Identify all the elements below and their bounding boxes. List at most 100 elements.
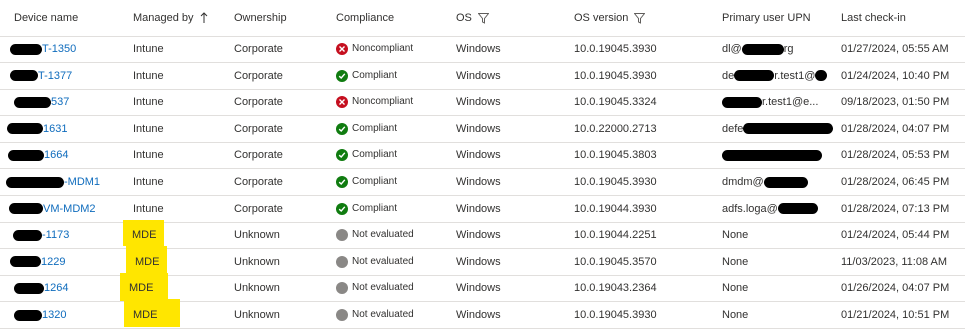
col-ownership[interactable]: Ownership [234,0,287,36]
last-check-in-cell: 01/28/2024, 06:45 PM [841,176,950,188]
arrow-up-icon [200,12,208,24]
not-evaluated-icon [336,309,348,321]
device-name-cell[interactable]: 1264 [14,275,68,301]
col-device-name[interactable]: Device name [14,0,78,36]
last-check-in-cell: 01/27/2024, 05:55 AM [841,43,949,55]
upn-text: adfs.loga@ [722,202,778,215]
device-name-cell[interactable]: T-1377 [10,63,72,89]
device-name-link[interactable]: 1320 [42,309,66,321]
os-cell: Windows [456,176,501,188]
last-check-in-cell: 01/24/2024, 10:40 PM [841,69,950,82]
device-name-cell[interactable]: VM-MDM2 [9,196,96,222]
compliance-label: Not evaluated [352,309,414,320]
table-row[interactable]: 1664 Intune Corporate Compliant Windows 10.0.… [0,142,965,170]
device-name-link[interactable]: 1264 [44,282,68,294]
managed-by-cell: Intune [133,122,164,135]
os-cell: Windows [456,255,501,268]
device-name-link[interactable]: T-1350 [42,43,76,55]
os-cell: Windows [456,309,501,321]
device-name-link[interactable]: T-1377 [38,70,72,82]
os-cell: Windows [456,43,501,55]
col-managed-by[interactable]: Managed by [133,0,208,36]
check-circle-icon [336,176,348,188]
device-name-cell[interactable]: 537 [14,89,69,115]
device-name-cell[interactable]: -MDM1 [6,169,100,195]
ownership-cell: Corporate [234,122,283,135]
managed-by-cell: Intune [133,69,164,82]
os-cell: Windows [456,149,501,162]
compliance-label: Noncompliant [352,43,414,54]
primary-user-upn-cell [722,142,822,168]
ownership-cell: Corporate [234,149,283,162]
table-row[interactable]: 537 Intune Corporate Noncompliant Windows 10.… [0,89,965,117]
device-name-cell[interactable]: 1631 [7,116,67,142]
table-row[interactable]: T-1350 Intune Corporate Noncompliant Windows… [0,36,965,63]
device-name-link[interactable]: VM-MDM2 [43,203,96,215]
os-version-cell: 10.0.19045.3570 [574,255,657,268]
redaction-mark [10,256,41,268]
filter-icon[interactable] [634,12,646,24]
primary-user-upn-cell: dl@ rg [722,36,794,62]
col-os-version[interactable]: OS version [574,0,646,36]
ownership-cell: Corporate [234,176,283,188]
table-row[interactable]: VM-MDM2 Intune Corporate Compliant Windows 10… [0,196,965,223]
redaction-mark [722,149,822,161]
ownership-cell: Unknown [234,229,280,242]
device-name-cell[interactable]: -1173 [13,222,69,248]
table-row[interactable]: 1320 MDE Unknown Not evaluated Windows 10.0.1… [0,302,965,329]
managed-by-cell: MDE [133,309,158,321]
ownership-cell: Unknown [234,309,280,321]
filter-icon[interactable] [477,12,489,24]
managed-by-cell: MDE [129,282,154,295]
upn-text: dl@ [722,43,742,55]
os-version-cell: 10.0.19045.3930 [574,309,657,321]
redaction-mark [763,176,808,188]
col-os[interactable]: OS [456,0,489,36]
primary-user-upn-cell: dmdm@ [722,169,808,195]
table-row[interactable]: 1229 MDE Unknown Not evaluated Windows 10.0.1… [0,249,965,276]
table-row[interactable]: -MDM1 Intune Corporate Compliant Windows 10.0… [0,169,965,196]
col-compliance[interactable]: Compliance [336,0,394,36]
redaction-mark [14,282,44,294]
device-name-link[interactable]: -MDM1 [64,176,100,188]
redaction-mark [6,176,64,188]
device-name-link[interactable]: 1631 [43,123,67,135]
managed-by-cell: Intune [133,176,164,188]
redaction-mark [10,70,38,82]
compliance-label: Compliant [352,202,398,214]
col-primary-user-upn[interactable]: Primary user UPN [722,0,811,36]
table-row[interactable]: T-1377 Intune Corporate Compliant Windows 10.… [0,63,965,90]
redaction-mark [9,203,43,215]
compliance-label: Compliant [352,69,398,81]
redaction-mark [734,70,775,82]
os-version-cell: 10.0.19045.3803 [574,149,657,162]
last-check-in-cell: 01/28/2024, 05:53 PM [841,149,950,162]
upn-text: defe [722,122,744,135]
not-evaluated-icon [336,255,348,268]
redaction-mark [14,309,42,321]
device-name-cell[interactable]: T-1350 [10,36,76,62]
redaction-mark [10,43,42,55]
device-name-cell[interactable]: 1229 [10,249,65,275]
last-check-in-cell: 01/28/2024, 07:13 PM [841,202,950,215]
check-circle-icon [336,122,348,135]
device-name-link[interactable]: 537 [51,96,69,108]
col-last-check-in[interactable]: Last check-in [841,0,906,36]
last-check-in-cell: 09/18/2023, 01:50 PM [841,96,950,109]
check-circle-icon [336,69,348,82]
redaction-mark [8,149,44,161]
device-name-link[interactable]: -1173 [42,229,69,241]
ownership-cell: Corporate [234,96,283,109]
redaction-mark [743,123,834,135]
compliance-cell: Not evaluated [336,302,414,328]
device-name-cell[interactable]: 1320 [14,302,66,328]
managed-by-cell: Intune [133,43,164,55]
device-name-link[interactable]: 1229 [41,256,65,268]
table-row[interactable]: 1631 Intune Corporate Compliant Windows 10.0.… [0,116,965,143]
device-name-link[interactable]: 1664 [44,149,68,161]
primary-user-upn-cell: adfs.loga@ [722,196,818,222]
managed-by-cell: MDE [132,229,157,242]
device-name-cell[interactable]: 1664 [8,142,68,168]
compliance-label: Noncompliant [352,96,414,108]
compliance-cell: Noncompliant [336,89,413,115]
